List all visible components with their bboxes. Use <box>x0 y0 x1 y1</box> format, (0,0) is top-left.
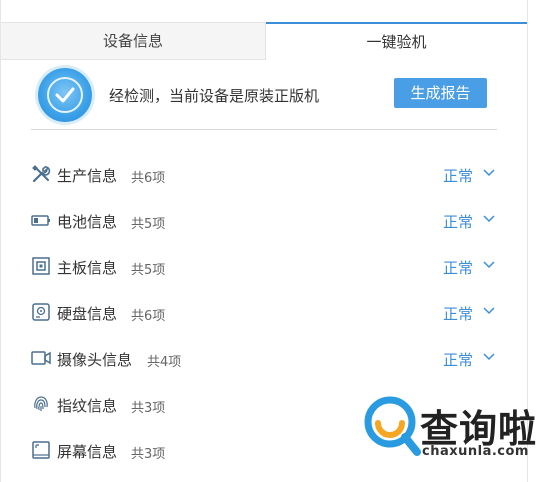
battery-icon <box>31 215 50 226</box>
chevron-down-icon[interactable] <box>483 307 495 315</box>
row-name: 屏幕信息 <box>57 443 118 461</box>
row-count: 共3项 <box>131 447 166 462</box>
list-item-disk[interactable]: 硬盘信息 共6项 正常 <box>31 290 501 336</box>
watermark-url: chaxunla.com <box>422 444 529 459</box>
status-normal: 正常 <box>443 213 474 231</box>
row-count: 共5项 <box>131 263 166 278</box>
chevron-down-icon[interactable] <box>483 261 495 269</box>
row-name: 主板信息 <box>57 259 118 277</box>
screen-icon <box>32 441 50 459</box>
check-result-header: 经检测，当前设备是原装正版机 生成报告 <box>31 64 497 130</box>
tab-device-info[interactable]: 设备信息 <box>1 22 266 60</box>
check-passed-icon <box>38 68 92 122</box>
chevron-down-icon[interactable] <box>483 169 495 177</box>
tab-bar: 设备信息 一键验机 <box>1 22 527 60</box>
chevron-down-icon[interactable] <box>483 353 495 361</box>
fingerprint-icon <box>34 396 48 411</box>
list-item-production[interactable]: 生产信息 共6项 正常 <box>31 152 501 198</box>
disk-icon <box>32 303 50 321</box>
watermark-logo: 查询啦 chaxunla.com <box>362 392 538 482</box>
row-count: 共3项 <box>131 401 166 416</box>
tab-one-click-check[interactable]: 一键验机 <box>266 22 527 60</box>
row-name: 生产信息 <box>57 167 118 185</box>
camera-icon <box>31 351 51 365</box>
motherboard-icon <box>32 257 50 275</box>
row-name: 指纹信息 <box>57 397 118 415</box>
status-normal: 正常 <box>443 167 474 185</box>
row-count: 共6项 <box>131 171 166 186</box>
tools-icon <box>32 165 51 183</box>
list-item-camera[interactable]: 摄像头信息 共4项 正常 <box>31 336 501 382</box>
status-normal: 正常 <box>443 305 474 323</box>
list-item-motherboard[interactable]: 主板信息 共5项 正常 <box>31 244 501 290</box>
row-count: 共6项 <box>131 309 166 324</box>
list-item-battery[interactable]: 电池信息 共5项 正常 <box>31 198 501 244</box>
row-count: 共4项 <box>147 355 182 370</box>
chevron-down-icon[interactable] <box>483 215 495 223</box>
row-name: 摄像头信息 <box>57 351 133 369</box>
check-result-message: 经检测，当前设备是原装正版机 <box>109 87 320 105</box>
status-normal: 正常 <box>443 351 474 369</box>
row-name: 硬盘信息 <box>57 305 118 323</box>
magnifier-logo-icon <box>364 396 421 456</box>
status-normal: 正常 <box>443 259 474 277</box>
row-name: 电池信息 <box>57 213 118 231</box>
row-count: 共5项 <box>131 217 166 232</box>
generate-report-button[interactable]: 生成报告 <box>394 78 487 108</box>
